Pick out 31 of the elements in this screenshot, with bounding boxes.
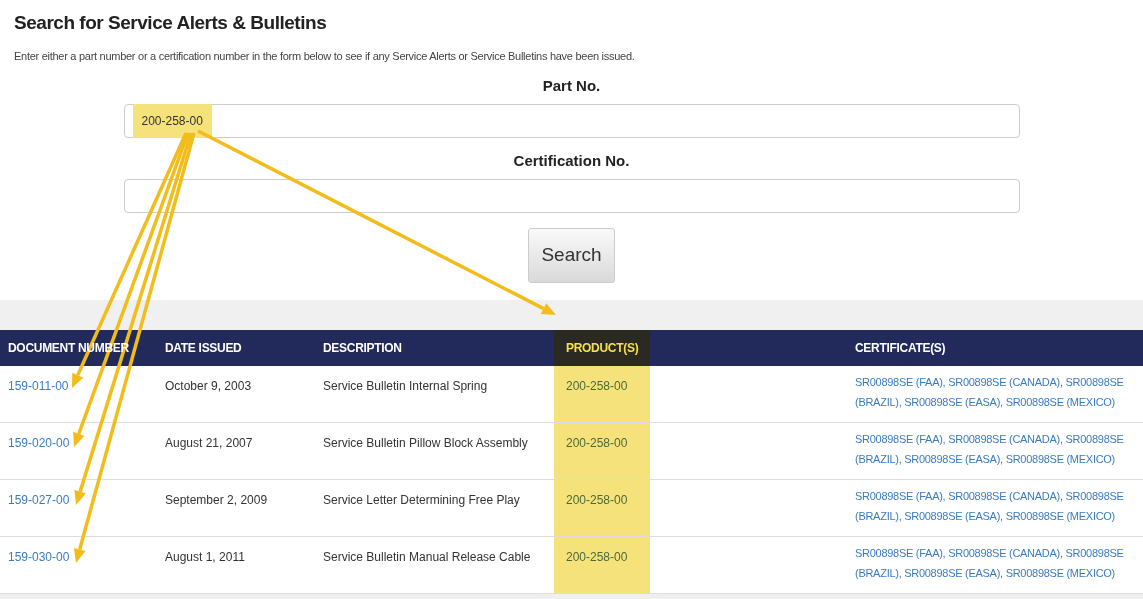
document-link[interactable]: 159-020-00 <box>8 436 70 450</box>
table-cell: August 21, 2007 <box>165 436 253 450</box>
text-field[interactable]: 200-258-00 <box>123 104 1020 138</box>
column-header: DESCRIPTION <box>322 340 403 357</box>
table-cell: 200-258-00 <box>566 493 628 507</box>
table-cell: 200-258-00 <box>566 379 628 393</box>
document-link[interactable]: 159-030-00 <box>8 550 70 564</box>
table-cell: Service Bulletin Internal Spring <box>323 379 488 393</box>
document-link[interactable]: 159-011-00 <box>8 379 69 393</box>
column-header: PRODUCT(S) <box>554 330 650 366</box>
search-button[interactable]: Search <box>528 228 615 283</box>
certificate-links[interactable]: SR00898SE (FAA), SR00898SE (CANADA), SR00898SE (BRAZIL), SR00898SE (EASA), SR00898SE (MEXICO) <box>855 429 1139 469</box>
page-title: Search for Service Alerts & Bulletins <box>14 11 328 35</box>
table-cell: 200-258-00 <box>566 436 628 450</box>
table-cell: October 9, 2003 <box>165 379 252 393</box>
certificate-links[interactable]: SR00898SE (FAA), SR00898SE (CANADA), SR00898SE (BRAZIL), SR00898SE (EASA), SR00898SE (MEXICO) <box>855 543 1139 583</box>
table-cell: Service Letter Determining Free Play <box>323 493 520 507</box>
table-cell: August 1, 2011 <box>165 550 245 564</box>
table-cell: 200-258-00 <box>566 550 628 564</box>
table-cell: September 2, 2009 <box>165 493 268 507</box>
certificate-links[interactable]: SR00898SE (FAA), SR00898SE (CANADA), SR00898SE (BRAZIL), SR00898SE (EASA), SR00898SE (MEXICO) <box>855 372 1139 412</box>
table-cell: Service Bulletin Manual Release Cable <box>323 550 531 564</box>
column-header: CERTIFICATE(S) <box>854 340 947 357</box>
text-field[interactable] <box>123 179 1020 213</box>
table-cell: Service Bulletin Pillow Block Assembly <box>323 436 528 450</box>
intro-text: Enter either a part number or a certification number in the form below to see if any Service Alerts or Service Bulletins have been issued. <box>14 48 636 64</box>
column-header: DATE ISSUED <box>164 340 243 357</box>
field-label: Certification No. <box>513 151 630 171</box>
field-label: Part No. <box>542 76 601 96</box>
certificate-links[interactable]: SR00898SE (FAA), SR00898SE (CANADA), SR00898SE (BRAZIL), SR00898SE (EASA), SR00898SE (MEXICO) <box>855 486 1139 526</box>
document-link[interactable]: 159-027-00 <box>8 493 70 507</box>
